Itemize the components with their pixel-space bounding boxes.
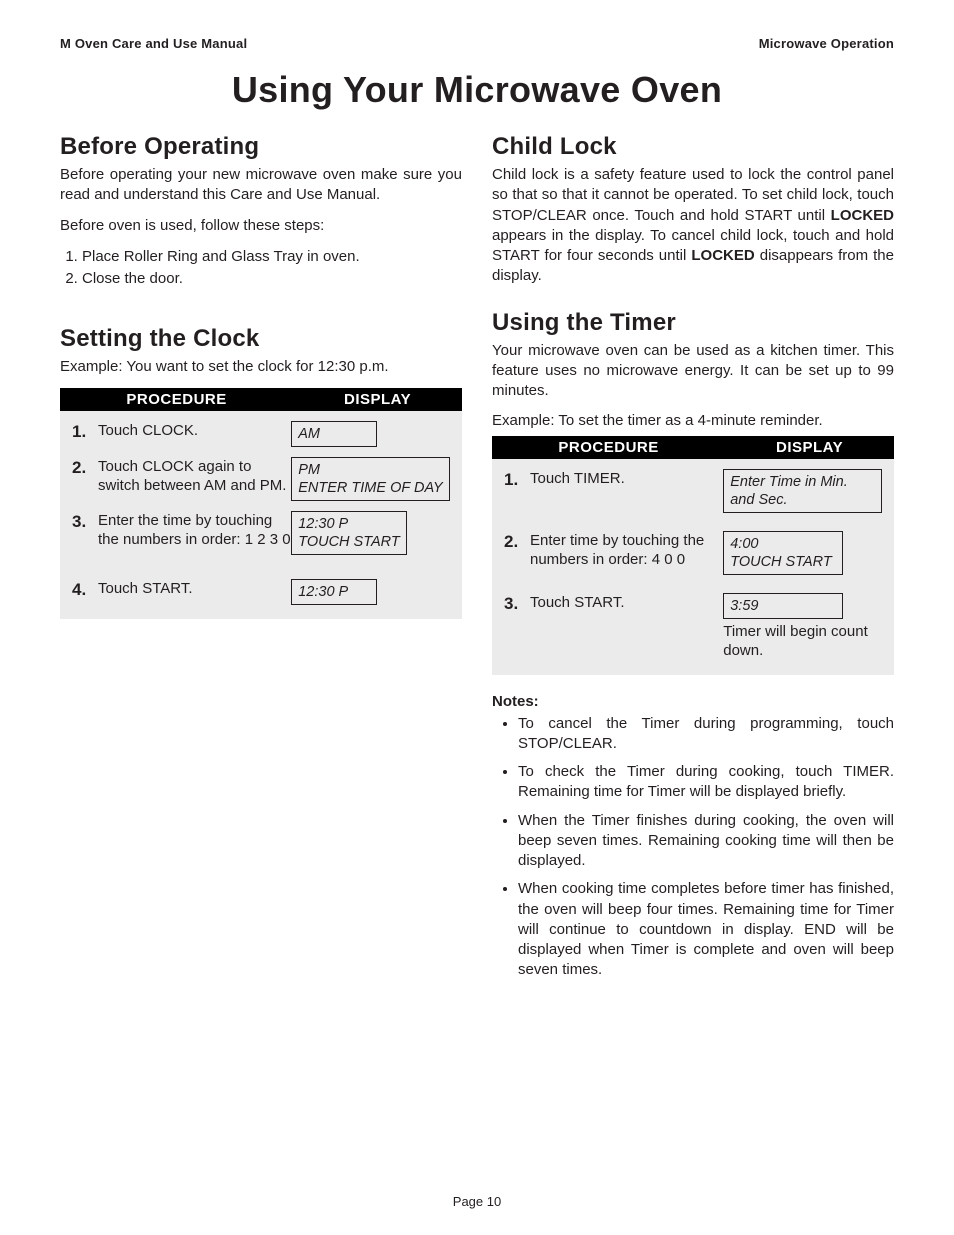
col-header-display: DISPLAY	[293, 391, 462, 408]
step-text: Enter the time by touching the numbers i…	[98, 511, 291, 550]
display-box: 4:00 TOUCH START	[723, 531, 843, 575]
timer-procedure-table: PROCEDURE DISPLAY 1. Touch TIMER. Enter …	[492, 436, 894, 675]
list-item: To check the Timer during cooking, touch…	[518, 762, 894, 803]
list-item: When cooking time completes before timer…	[518, 879, 894, 980]
timer-notes-list: To cancel the Timer during programming, …	[518, 714, 894, 981]
header-right: Microwave Operation	[759, 36, 894, 51]
header-left: M Oven Care and Use Manual	[60, 36, 247, 51]
display-box: 12:30 P TOUCH START	[291, 511, 407, 555]
display-box: 12:30 P	[291, 579, 377, 605]
step-text: Enter time by touching the numbers in or…	[530, 531, 723, 570]
list-item: Place Roller Ring and Glass Tray in oven…	[82, 246, 462, 268]
manual-page: M Oven Care and Use Manual Microwave Ope…	[0, 0, 954, 1235]
display-box: AM	[291, 421, 377, 447]
timer-example: Example: To set the timer as a 4-minute …	[492, 411, 894, 431]
display-box: PM ENTER TIME OF DAY	[291, 457, 449, 501]
col-header-display: DISPLAY	[725, 439, 894, 456]
content-columns: Before Operating Before operating your n…	[60, 119, 894, 991]
display-box: 3:59	[723, 593, 843, 619]
step-number: 2.	[72, 457, 90, 496]
list-item: Close the door.	[82, 268, 462, 290]
before-operating-p1: Before operating your new microwave oven…	[60, 165, 462, 206]
step-text: Touch TIMER.	[530, 469, 625, 491]
setting-clock-heading: Setting the Clock	[60, 325, 462, 353]
step-text: Touch START.	[98, 579, 192, 601]
step-text: Touch START.	[530, 593, 624, 615]
page-number: Page 10	[0, 1194, 954, 1209]
table-header: PROCEDURE DISPLAY	[492, 436, 894, 459]
list-item: When the Timer finishes during cooking, …	[518, 811, 894, 872]
text-bold: LOCKED	[831, 207, 894, 224]
before-operating-steps: Place Roller Ring and Glass Tray in oven…	[82, 246, 462, 290]
child-lock-heading: Child Lock	[492, 133, 894, 161]
display-box: Enter Time in Min. and Sec.	[723, 469, 882, 513]
using-timer-heading: Using the Timer	[492, 309, 894, 337]
step-text: Touch CLOCK.	[98, 421, 198, 443]
text-bold: END	[804, 921, 836, 938]
before-operating-p2: Before oven is used, follow these steps:	[60, 216, 462, 236]
table-row: 2. Touch CLOCK again to switch between A…	[60, 447, 462, 501]
table-row: 4. Touch START. 12:30 P	[60, 555, 462, 605]
text-bold: LOCKED	[691, 247, 754, 264]
col-header-procedure: PROCEDURE	[60, 391, 293, 408]
table-row: 2. Enter time by touching the numbers in…	[492, 513, 894, 575]
page-header: M Oven Care and Use Manual Microwave Ope…	[60, 36, 894, 51]
notes-heading: Notes:	[492, 693, 894, 710]
clock-example: Example: You want to set the clock for 1…	[60, 357, 462, 377]
display-note: Timer will begin count down.	[723, 623, 882, 661]
left-column: Before Operating Before operating your n…	[60, 119, 462, 991]
step-number: 4.	[72, 579, 90, 601]
list-item: To cancel the Timer during programming, …	[518, 714, 894, 755]
step-number: 2.	[504, 531, 522, 570]
page-title: Using Your Microwave Oven	[60, 69, 894, 111]
step-text: Touch CLOCK again to switch between AM a…	[98, 457, 291, 496]
timer-p1: Your microwave oven can be used as a kit…	[492, 341, 894, 402]
right-column: Child Lock Child lock is a safety featur…	[492, 119, 894, 991]
clock-procedure-table: PROCEDURE DISPLAY 1. Touch CLOCK. AM 2.	[60, 388, 462, 620]
step-number: 3.	[504, 593, 522, 615]
table-header: PROCEDURE DISPLAY	[60, 388, 462, 411]
table-row: 1. Touch TIMER. Enter Time in Min. and S…	[492, 459, 894, 513]
child-lock-paragraph: Child lock is a safety feature used to l…	[492, 165, 894, 287]
table-row: 3. Touch START. 3:59 Timer will begin co…	[492, 575, 894, 661]
table-row: 1. Touch CLOCK. AM	[60, 411, 462, 447]
step-number: 1.	[72, 421, 90, 443]
step-number: 3.	[72, 511, 90, 550]
table-row: 3. Enter the time by touching the number…	[60, 501, 462, 555]
step-number: 1.	[504, 469, 522, 491]
col-header-procedure: PROCEDURE	[492, 439, 725, 456]
before-operating-heading: Before Operating	[60, 133, 462, 161]
